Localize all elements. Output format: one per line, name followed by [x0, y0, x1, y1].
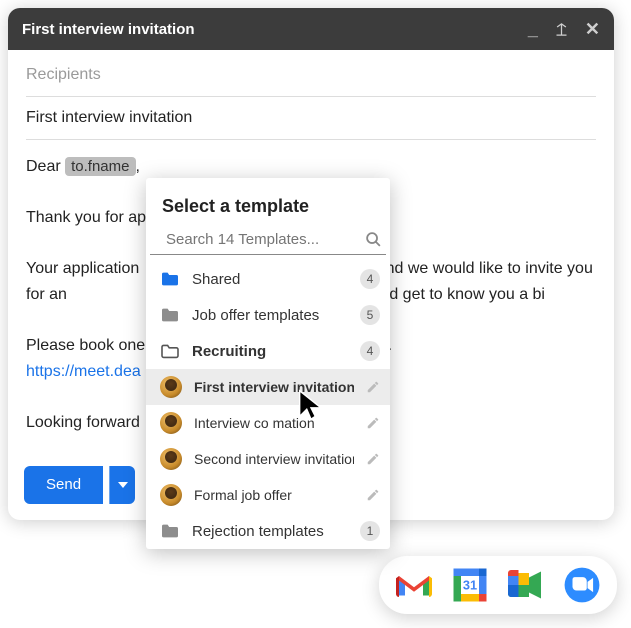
folder-shared[interactable]: Shared 4	[146, 261, 390, 297]
avatar-icon	[160, 376, 182, 398]
folder-job-offer[interactable]: Job offer templates 5	[146, 297, 390, 333]
zoom-icon[interactable]	[563, 566, 601, 604]
recipients-field[interactable]: Recipients	[26, 54, 596, 97]
merge-chip[interactable]: to.fname	[65, 157, 135, 176]
minimize-icon[interactable]: _	[528, 20, 538, 38]
folder-label: Recruiting	[192, 343, 348, 360]
folder-icon	[160, 521, 180, 541]
template-search-input[interactable]	[166, 231, 365, 248]
body-p3a: Please book one	[26, 337, 145, 354]
folder-icon	[160, 305, 180, 325]
folder-open-icon	[160, 341, 180, 361]
edit-icon[interactable]	[366, 452, 380, 466]
folder-count: 4	[360, 341, 380, 361]
template-item-formal-offer[interactable]: Formal job offer	[146, 477, 390, 513]
folder-count: 1	[360, 521, 380, 541]
edit-icon[interactable]	[366, 488, 380, 502]
body-p1: Thank you for ap	[26, 209, 146, 226]
edit-icon[interactable]	[366, 416, 380, 430]
app-dock: 31	[379, 556, 617, 614]
template-label: Formal job offer	[194, 487, 354, 503]
template-label: First interview invitation	[194, 379, 354, 395]
template-label: Interview co mation	[194, 415, 354, 431]
close-icon[interactable]: ✕	[585, 20, 600, 38]
template-label: Second interview invitation	[194, 451, 354, 467]
avatar-icon	[160, 448, 182, 470]
popover-title: Select a template	[146, 178, 390, 227]
avatar-icon	[160, 484, 182, 506]
window-title: First interview invitation	[22, 21, 195, 38]
meet-icon[interactable]	[507, 566, 545, 604]
edit-icon[interactable]	[366, 380, 380, 394]
subject-field[interactable]: First interview invitation	[26, 97, 596, 140]
svg-text:31: 31	[463, 578, 477, 593]
template-search[interactable]	[150, 227, 386, 255]
compose-fields: Recipients First interview invitation	[8, 50, 614, 140]
greeting-pre: Dear	[26, 158, 65, 175]
template-item-interview-conf[interactable]: Interview co mation	[146, 405, 390, 441]
meeting-link[interactable]: https://meet.dea	[26, 363, 141, 380]
folder-label: Rejection templates	[192, 523, 348, 540]
gmail-icon[interactable]	[395, 566, 433, 604]
folder-label: Job offer templates	[192, 307, 348, 324]
folder-recruiting[interactable]: Recruiting 4	[146, 333, 390, 369]
template-item-first[interactable]: First interview invitation	[146, 369, 390, 405]
template-popover: Select a template Shared 4 Job offer tem…	[146, 178, 390, 549]
search-icon	[365, 231, 382, 248]
body-p4: Looking forward	[26, 414, 140, 431]
greeting-post: ,	[136, 158, 140, 175]
folder-count: 4	[360, 269, 380, 289]
folder-count: 5	[360, 305, 380, 325]
expand-icon[interactable]	[554, 22, 569, 37]
send-options-button[interactable]	[109, 466, 135, 504]
titlebar: First interview invitation _ ✕	[8, 8, 614, 50]
avatar-icon	[160, 412, 182, 434]
folder-rejection[interactable]: Rejection templates 1	[146, 513, 390, 549]
send-button[interactable]: Send	[24, 466, 103, 504]
window-controls: _ ✕	[528, 20, 600, 38]
template-item-second[interactable]: Second interview invitation	[146, 441, 390, 477]
calendar-app-icon[interactable]: 31	[451, 566, 489, 604]
folder-label: Shared	[192, 271, 348, 288]
body-p2a: Your application	[26, 260, 139, 277]
folder-icon	[160, 269, 180, 289]
